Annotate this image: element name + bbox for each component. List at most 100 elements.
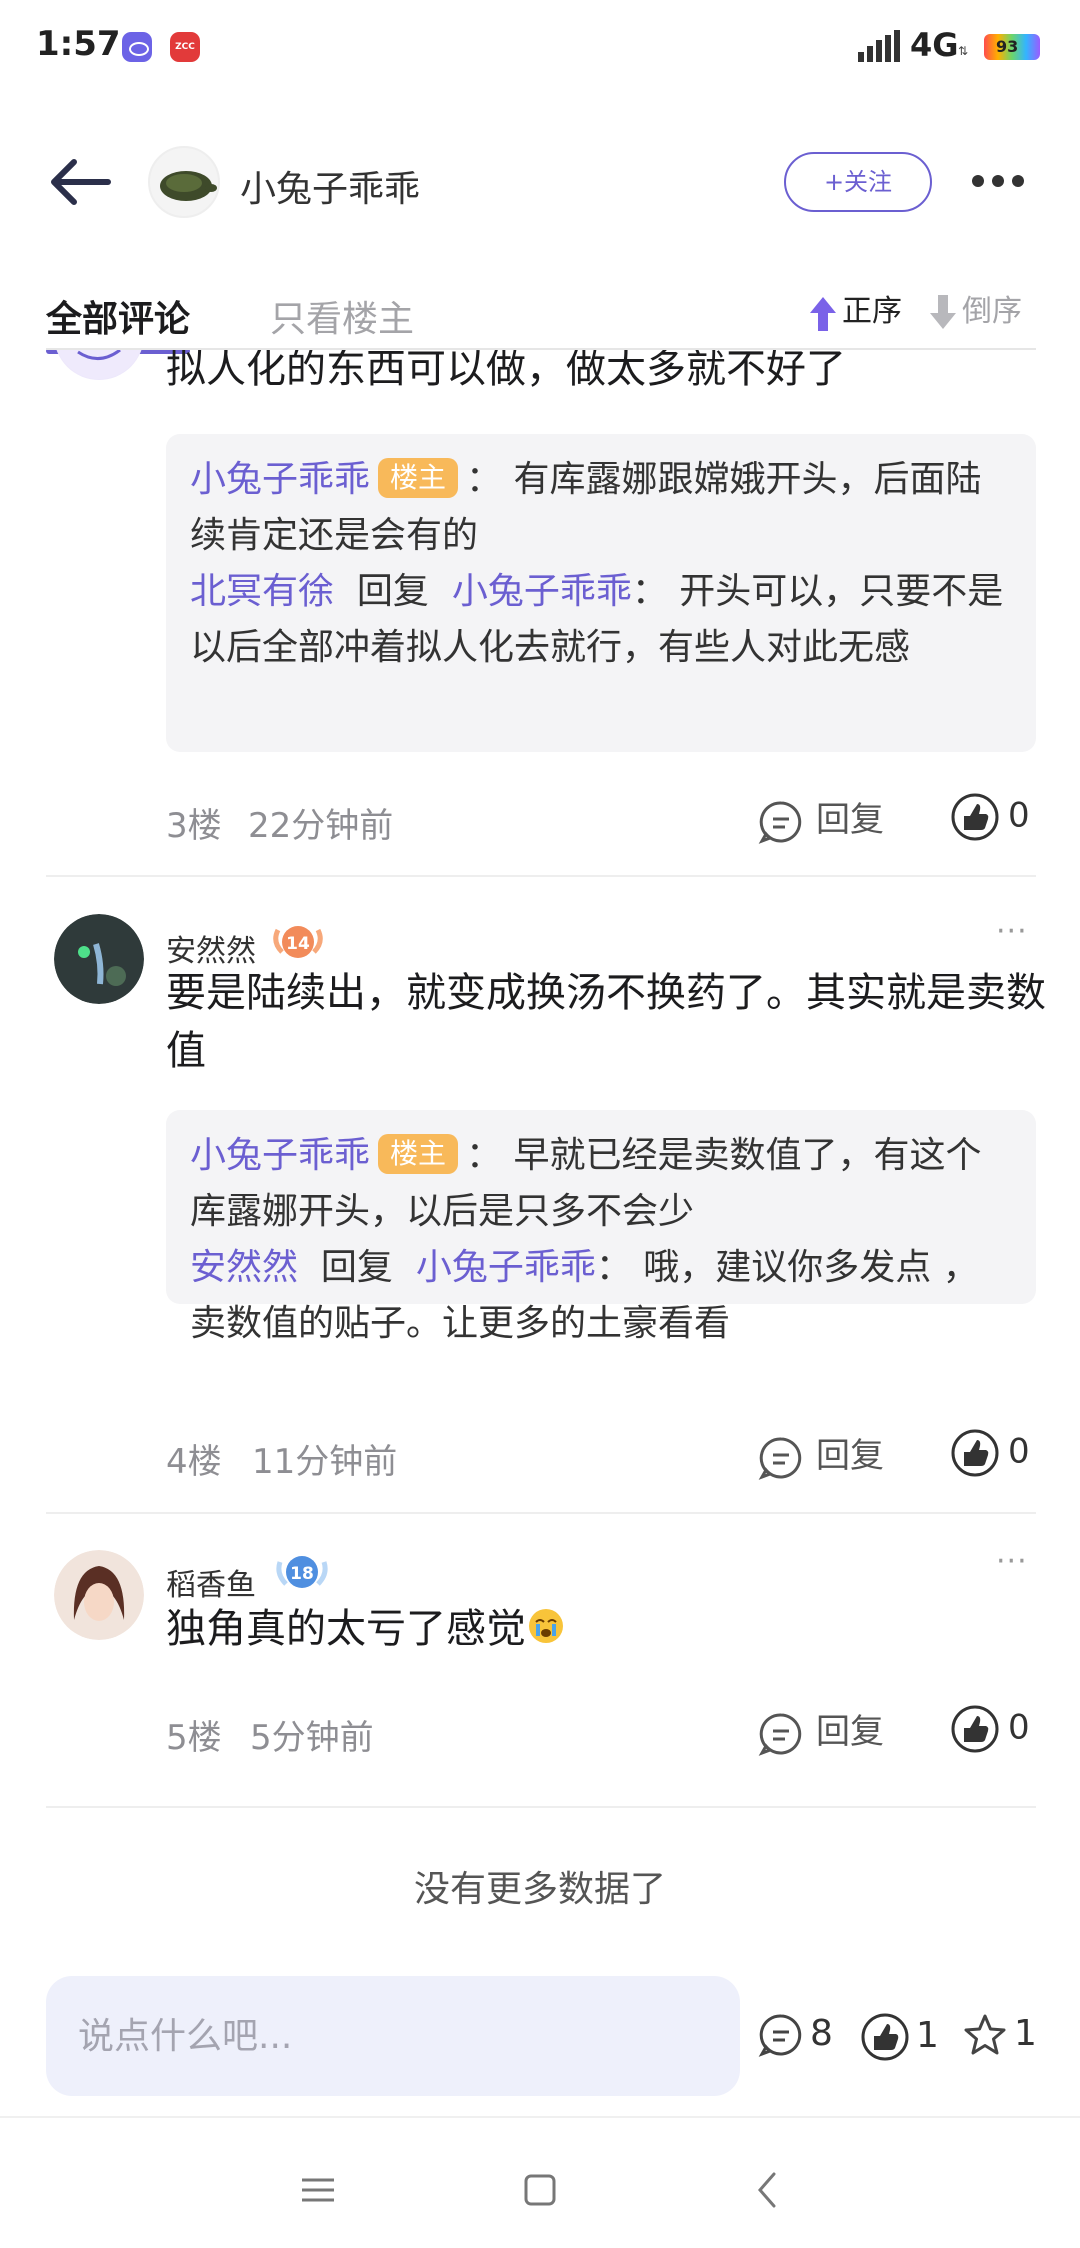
like-count: 1 — [916, 2015, 939, 2056]
system-nav-bar — [0, 2130, 1080, 2248]
tab-op-only[interactable]: 只看楼主 — [270, 290, 414, 342]
user-name[interactable]: 稻香鱼 — [166, 1560, 256, 1604]
app-notification-icon — [122, 32, 152, 62]
floor-number: 3楼 — [166, 806, 222, 846]
floor-number: 4楼 — [166, 1442, 222, 1482]
signal-icon — [858, 30, 900, 62]
reply-target[interactable]: 小兔子乖乖 — [416, 1247, 596, 1288]
reply-label: 回复 — [816, 800, 884, 840]
like-button[interactable]: 0 — [950, 1704, 1030, 1758]
reply-button[interactable]: 回复 — [758, 792, 884, 846]
favorite-button[interactable]: 1 — [962, 2012, 1037, 2062]
sort-ascending-button[interactable]: 正序 — [808, 286, 902, 333]
app-notification-icon-2: ZCC — [170, 32, 200, 62]
reply-author[interactable]: 北冥有徐 — [190, 571, 334, 612]
comment-input[interactable] — [46, 1976, 740, 2096]
reply-button[interactable]: 回复 — [758, 1704, 884, 1758]
back-arrow-icon[interactable] — [46, 152, 116, 212]
comment-time: 11分钟前 — [252, 1442, 398, 1482]
comment-text: 独角真的太亏了感觉 — [166, 1600, 1046, 1658]
reply-author[interactable]: 小兔子乖乖 — [190, 459, 370, 500]
data-arrows-icon: ⇅ — [958, 44, 969, 58]
like-button[interactable]: 0 — [950, 1428, 1030, 1482]
reply-item: 北冥有徐 回复 小兔子乖乖： 开头可以，只要不是以后全部冲着拟人化去就行，有些人… — [190, 571, 1004, 668]
reply-word: 回复 — [356, 571, 429, 612]
more-options-icon[interactable] — [968, 166, 1032, 196]
comment-bubble-icon — [758, 2014, 802, 2057]
sort-ascending-label: 正序 — [842, 294, 902, 329]
home-icon[interactable] — [510, 2160, 570, 2220]
reply-preview[interactable]: 小兔子乖乖 楼主： 有库露娜跟嫦娥开头，后面陆续肯定还是会有的 北冥有徐 回复 小… — [166, 434, 1036, 752]
battery-level: 93 — [996, 37, 1019, 56]
user-avatar[interactable] — [54, 1550, 144, 1640]
status-time: 1:57 — [36, 24, 121, 64]
like-count: 0 — [1008, 1707, 1030, 1748]
user-avatar[interactable] — [54, 914, 144, 1004]
like-button[interactable]: 0 — [950, 792, 1030, 846]
crying-emoji-icon — [529, 1609, 563, 1643]
reply-item: 安然然 回复 小兔子乖乖： 哦，建议你多发点 ，卖数值的贴子。让更多的土豪看看 — [190, 1247, 979, 1344]
author-name[interactable]: 小兔子乖乖 — [240, 160, 420, 212]
like-count: 0 — [1008, 1431, 1030, 1472]
comment-divider — [46, 875, 1036, 877]
reply-author[interactable]: 安然然 — [190, 1247, 298, 1288]
thumbs-up-icon — [951, 1429, 999, 1477]
avatar-image — [54, 1550, 144, 1640]
user-avatar[interactable] — [54, 350, 144, 380]
comment-count: 8 — [810, 2013, 833, 2054]
tab-all-comments[interactable]: 全部评论 — [46, 290, 191, 354]
op-badge: 楼主 — [378, 458, 459, 498]
comment-bubble-icon — [758, 1436, 802, 1480]
comment-footer: 3楼 22分钟前 回复 0 — [166, 788, 1036, 848]
thumbs-up-icon — [951, 1705, 999, 1753]
no-more-data-text: 没有更多数据了 — [413, 1869, 666, 1910]
thumbs-up-icon — [951, 793, 999, 841]
reply-target[interactable]: 小兔子乖乖 — [452, 571, 632, 612]
comment-text: 要是陆续出，就变成换汤不换药了。其实就是卖数值 — [166, 970, 1046, 1074]
comment-list: 拟人化的东西可以做，做太多就不好了 小兔子乖乖 楼主： 有库露娜跟嫦娥开头，后面陆… — [0, 350, 1080, 1950]
level-badge-icon: 18 — [276, 1556, 328, 1588]
like-count: 0 — [1008, 795, 1030, 836]
comment-footer: 5楼 5分钟前 回复 0 — [166, 1700, 1036, 1760]
comment-divider — [46, 1806, 1036, 1808]
thumbs-up-icon — [861, 2013, 909, 2061]
star-icon — [964, 2014, 1006, 2055]
like-post-button[interactable]: 1 — [860, 2012, 939, 2062]
author-avatar[interactable] — [148, 146, 220, 218]
sort-descending-label: 倒序 — [962, 294, 1022, 329]
sort-descending-button[interactable]: 倒序 — [928, 286, 1022, 333]
network-type: 4G — [910, 26, 959, 64]
avatar-image — [57, 350, 141, 379]
arrow-down-icon — [930, 294, 956, 329]
comment-tabs: 全部评论 只看楼主 正序 倒序 — [0, 272, 1080, 354]
comment-divider — [46, 1512, 1036, 1514]
reply-author[interactable]: 小兔子乖乖 — [190, 1135, 370, 1176]
menu-icon[interactable] — [288, 2160, 348, 2220]
battery-icon: 93 — [984, 34, 1040, 60]
comment-bubble-icon — [758, 800, 802, 844]
comment-time: 22分钟前 — [248, 806, 394, 846]
star-count: 1 — [1014, 2013, 1037, 2054]
avatar-image — [54, 914, 144, 1004]
reply-button[interactable]: 回复 — [758, 1428, 884, 1482]
reply-preview[interactable]: 小兔子乖乖 楼主： 早就已经是卖数值了，有这个库露娜开头，以后是只多不会少 安然然… — [166, 1110, 1036, 1344]
comment-time: 5分钟前 — [250, 1718, 374, 1758]
level-badge-icon: 14 — [273, 926, 323, 958]
comment-text-content: 独角真的太亏了感觉 — [166, 1606, 526, 1652]
comment-text: 拟人化的东西可以做，做太多就不好了 — [166, 350, 846, 392]
turtle-icon — [160, 171, 217, 201]
comment-more-icon[interactable]: ··· — [996, 914, 1028, 949]
status-bar: 1:57 ZCC 4G ⇅ 93 — [0, 0, 1080, 96]
back-icon[interactable] — [738, 2160, 798, 2220]
follow-button[interactable]: +关注 — [784, 152, 932, 212]
reply-label: 回复 — [816, 1436, 884, 1476]
comment-footer: 4楼 11分钟前 回复 0 — [166, 1424, 1036, 1484]
comment-more-icon[interactable]: ··· — [996, 1544, 1028, 1579]
reply-item: 小兔子乖乖 楼主： 有库露娜跟嫦娥开头，后面陆续肯定还是会有的 — [190, 458, 982, 556]
level-number: 18 — [290, 1564, 314, 1584]
arrow-up-icon — [810, 296, 836, 331]
comment-count-button[interactable]: 8 — [758, 2012, 833, 2062]
reply-item: 小兔子乖乖 楼主： 早就已经是卖数值了，有这个库露娜开头，以后是只多不会少 — [190, 1134, 982, 1232]
comment-input-bar: 8 1 1 — [0, 1976, 1080, 2100]
comment-bubble-icon — [758, 1712, 802, 1756]
